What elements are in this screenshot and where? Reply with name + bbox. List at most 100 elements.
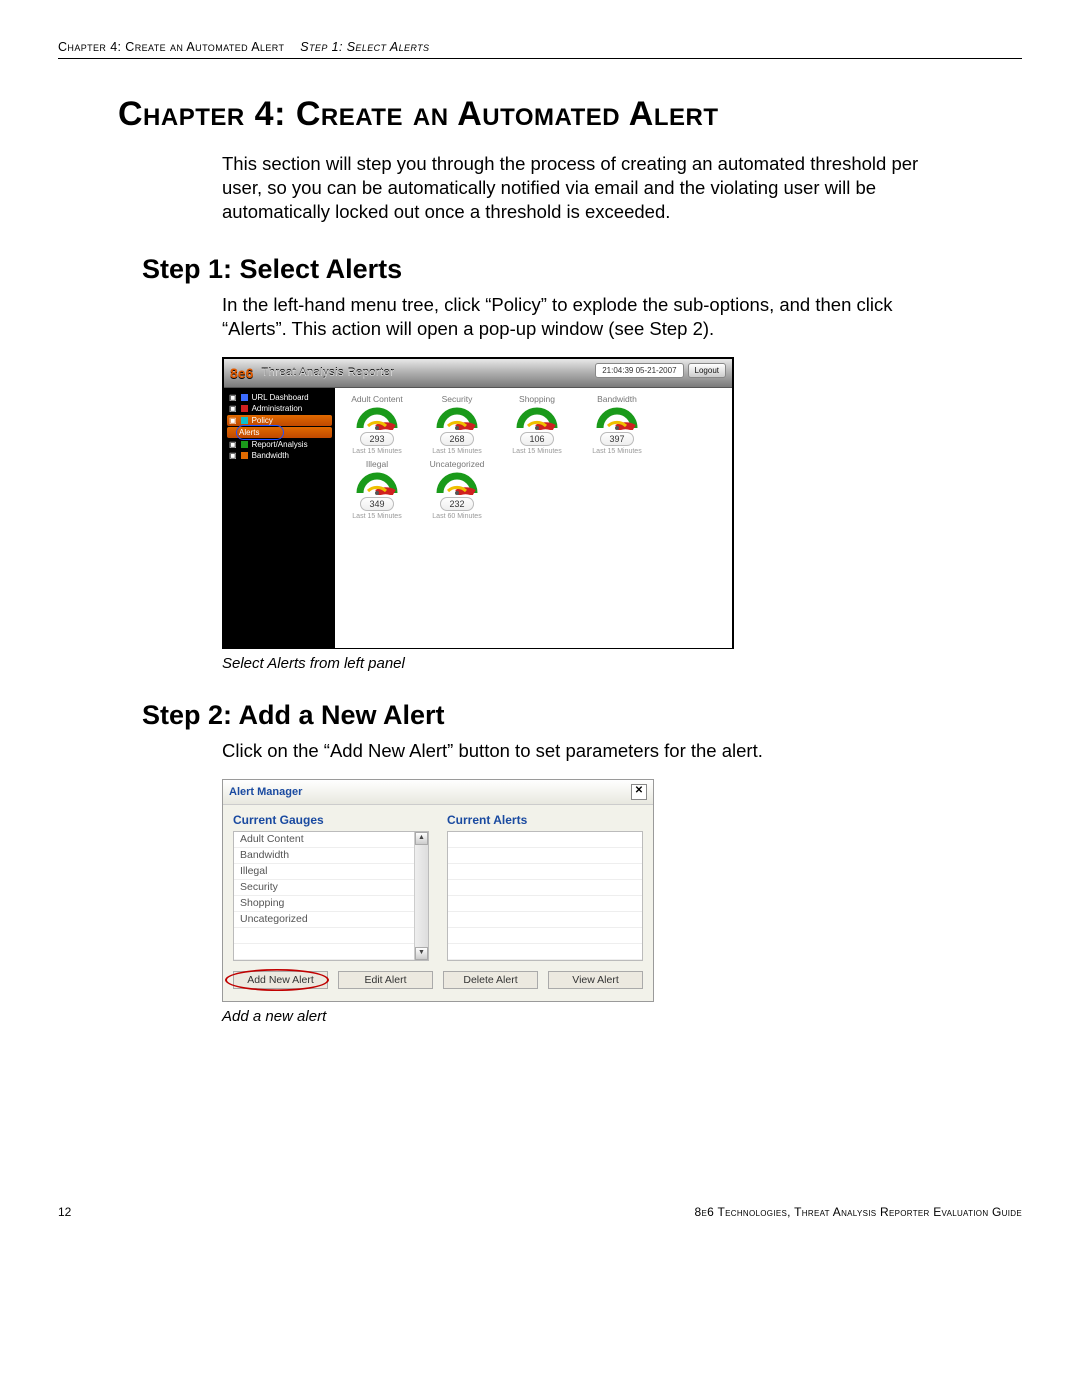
list-item xyxy=(448,928,642,944)
step1-title: Step 1: Select Alerts xyxy=(142,254,1022,285)
gauge-title: Security xyxy=(423,394,491,404)
list-item xyxy=(448,880,642,896)
nav-label: URL Dashboard xyxy=(252,393,309,402)
figure-2: Alert Manager ✕ Current Gauges Adult Con… xyxy=(222,779,1022,1002)
step1-paragraph: In the left-hand menu tree, click “Polic… xyxy=(222,293,962,341)
view-alert-button[interactable]: View Alert xyxy=(548,971,643,989)
list-item xyxy=(448,912,642,928)
gauge-bandwidth[interactable]: Bandwidth 397 Last 15 Minutes xyxy=(583,394,651,455)
page-number: 12 xyxy=(58,1205,71,1219)
gauge-value: 268 xyxy=(440,432,473,446)
expand-icon: ▣ xyxy=(229,393,237,402)
list-item xyxy=(448,896,642,912)
delete-alert-button[interactable]: Delete Alert xyxy=(443,971,538,989)
alert-manager-footer: Add New Alert Edit Alert Delete Alert Vi… xyxy=(223,967,653,1001)
gauge-arc-icon xyxy=(436,471,478,495)
current-alerts-column: Current Alerts xyxy=(447,813,643,961)
gauge-title: Bandwidth xyxy=(583,394,651,404)
expand-icon: ▣ xyxy=(229,451,237,460)
scroll-down-icon[interactable]: ▼ xyxy=(415,947,428,960)
figure-1-caption: Select Alerts from left panel xyxy=(222,655,1022,672)
expand-icon: ▣ xyxy=(229,440,237,449)
gauge-subtitle: Last 15 Minutes xyxy=(343,448,411,455)
gauge-arc-icon xyxy=(436,406,478,430)
edit-alert-button[interactable]: Edit Alert xyxy=(338,971,433,989)
tar-timestamp: 21:04:39 05-21-2007 xyxy=(595,363,683,378)
scrollbar[interactable]: ▲ ▼ xyxy=(414,832,428,960)
folder-icon xyxy=(241,394,248,401)
current-alerts-listbox[interactable] xyxy=(447,831,643,961)
gauge-subtitle: Last 15 Minutes xyxy=(503,448,571,455)
nav-label: Bandwidth xyxy=(252,451,289,460)
gauge-value: 293 xyxy=(360,432,393,446)
list-item[interactable]: Illegal xyxy=(234,864,414,880)
nav-label: Report/Analysis xyxy=(252,440,308,449)
gauge-value: 106 xyxy=(520,432,553,446)
gauge-arc-icon xyxy=(516,406,558,430)
list-item xyxy=(448,848,642,864)
gauge-shopping[interactable]: Shopping 106 Last 15 Minutes xyxy=(503,394,571,455)
current-gauges-label: Current Gauges xyxy=(233,813,429,827)
chapter-title: Chapter 4: Create an Automated Alert xyxy=(118,95,1022,134)
gauge-arc-icon xyxy=(356,406,398,430)
add-new-alert-button[interactable]: Add New Alert xyxy=(233,971,328,989)
page-footer: 12 8e6 Technologies, Threat Analysis Rep… xyxy=(58,1205,1022,1233)
alert-manager-titlebar: Alert Manager ✕ xyxy=(223,780,653,805)
nav-administration[interactable]: ▣ Administration xyxy=(227,403,332,414)
current-alerts-label: Current Alerts xyxy=(447,813,643,827)
current-gauges-listbox[interactable]: Adult Content Bandwidth Illegal Security… xyxy=(233,831,429,961)
list-item xyxy=(234,944,414,960)
nav-bandwidth[interactable]: ▣ Bandwidth xyxy=(227,450,332,461)
alert-manager-window: Alert Manager ✕ Current Gauges Adult Con… xyxy=(222,779,654,1002)
gauge-value: 397 xyxy=(600,432,633,446)
list-item xyxy=(448,832,642,848)
list-item[interactable]: Security xyxy=(234,880,414,896)
nav-label: Administration xyxy=(252,404,303,413)
logout-button[interactable]: Logout xyxy=(688,363,726,378)
current-gauges-column: Current Gauges Adult Content Bandwidth I… xyxy=(233,813,429,961)
nav-url-dashboard[interactable]: ▣ URL Dashboard xyxy=(227,392,332,403)
tar-sidebar: ▣ URL Dashboard ▣ Administration ▣ Polic… xyxy=(224,388,335,648)
gauge-arc-icon xyxy=(356,471,398,495)
list-item xyxy=(448,864,642,880)
gauge-value: 232 xyxy=(440,497,473,511)
gauge-illegal[interactable]: Illegal 349 Last 15 Minutes xyxy=(343,459,411,520)
gauge-value: 349 xyxy=(360,497,393,511)
nav-report-analysis[interactable]: ▣ Report/Analysis xyxy=(227,439,332,450)
tar-titlebar: 8e6 Threat Analysis Reporter 21:04:39 05… xyxy=(224,359,732,388)
gauge-title: Shopping xyxy=(503,394,571,404)
figure-2-caption: Add a new alert xyxy=(222,1008,1022,1025)
running-header: Chapter 4: Create an Automated Alert Ste… xyxy=(58,40,1022,59)
list-item xyxy=(448,944,642,960)
expand-icon: ▣ xyxy=(229,404,237,413)
footer-right: 8e6 Technologies, Threat Analysis Report… xyxy=(695,1205,1023,1219)
gauge-title: Uncategorized xyxy=(423,459,491,469)
gauge-title: Illegal xyxy=(343,459,411,469)
alert-manager-title: Alert Manager xyxy=(229,786,302,798)
step2-paragraph: Click on the “Add New Alert” button to s… xyxy=(222,739,962,763)
close-button[interactable]: ✕ xyxy=(631,784,647,800)
scroll-up-icon[interactable]: ▲ xyxy=(415,832,428,845)
running-header-chapter: Chapter 4: Create an Automated Alert xyxy=(58,40,284,54)
gauge-arc-icon xyxy=(596,406,638,430)
tar-window: 8e6 Threat Analysis Reporter 21:04:39 05… xyxy=(222,357,734,649)
expand-icon: ▣ xyxy=(229,416,237,425)
list-item[interactable]: Shopping xyxy=(234,896,414,912)
tar-app-title: Threat Analysis Reporter xyxy=(261,367,394,379)
gauge-title: Adult Content xyxy=(343,394,411,404)
nav-label: Alerts xyxy=(239,428,259,437)
gauge-subtitle: Last 60 Minutes xyxy=(423,513,491,520)
list-item[interactable]: Adult Content xyxy=(234,832,414,848)
nav-alerts[interactable]: Alerts xyxy=(227,427,332,438)
scroll-track[interactable] xyxy=(415,845,428,947)
nav-policy[interactable]: ▣ Policy xyxy=(227,415,332,426)
list-item[interactable]: Uncategorized xyxy=(234,912,414,928)
step2-title: Step 2: Add a New Alert xyxy=(142,700,1022,731)
gauge-uncategorized[interactable]: Uncategorized 232 Last 60 Minutes xyxy=(423,459,491,520)
list-item[interactable]: Bandwidth xyxy=(234,848,414,864)
gauge-security[interactable]: Security 268 Last 15 Minutes xyxy=(423,394,491,455)
folder-icon xyxy=(241,452,248,459)
tar-gauge-panel: Adult Content 293 Last 15 Minutes Securi… xyxy=(335,388,732,648)
gauge-subtitle: Last 15 Minutes xyxy=(423,448,491,455)
gauge-adult-content[interactable]: Adult Content 293 Last 15 Minutes xyxy=(343,394,411,455)
